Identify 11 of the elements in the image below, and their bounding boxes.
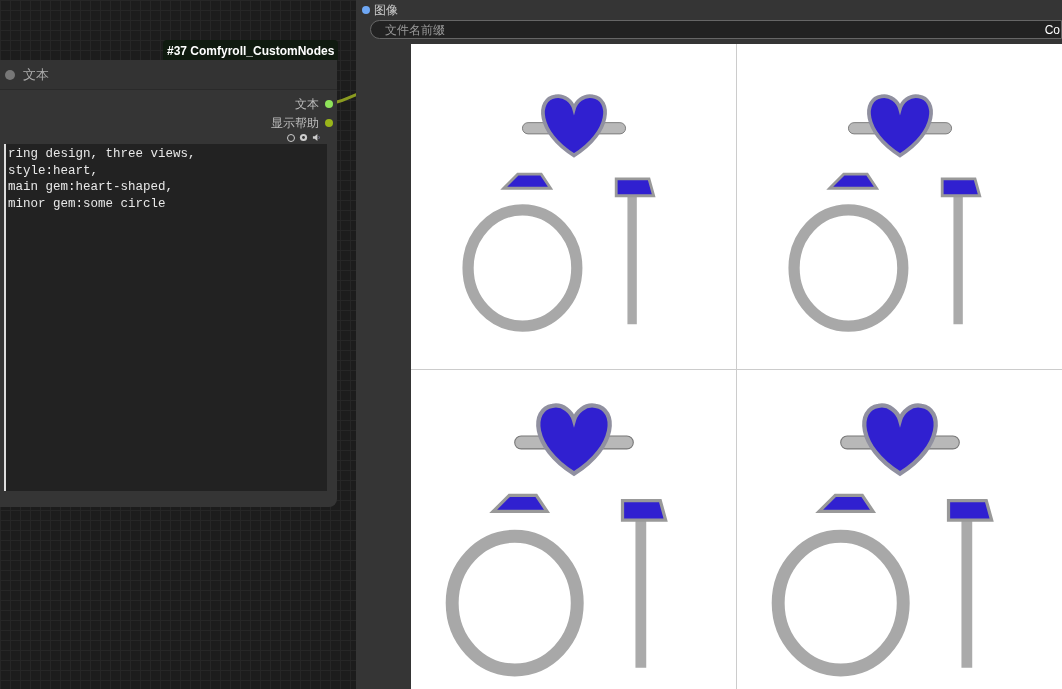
input-label: 图像 (374, 2, 398, 19)
output-label: 显示帮助 (271, 114, 319, 132)
prompt-text-area[interactable]: ring design, three views, style:heart, main gem:heart-shaped, minor gem:some circle (4, 144, 327, 491)
speaker-icon[interactable] (312, 133, 321, 142)
node-title: 文本 (23, 65, 49, 84)
output-label: 文本 (295, 95, 319, 113)
input-slot[interactable] (362, 6, 370, 14)
filename-prefix-field[interactable]: 文件名前缀 Co (370, 20, 1062, 39)
output-slot[interactable] (325, 99, 333, 108)
output-slot[interactable] (325, 118, 333, 127)
node-badge: #37 Comfyroll_CustomNodes (163, 40, 339, 62)
